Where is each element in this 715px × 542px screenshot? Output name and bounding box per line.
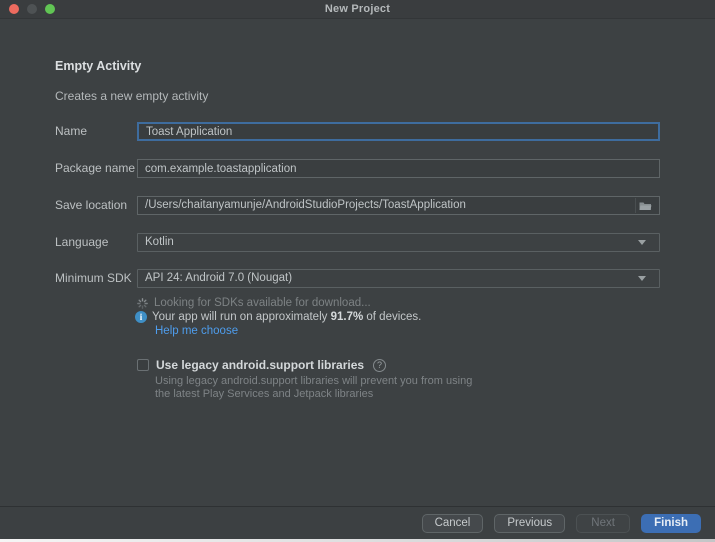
finish-button[interactable]: Finish <box>641 513 701 533</box>
dialog-footer: Cancel Previous Next Finish <box>0 506 715 539</box>
chevron-down-icon <box>638 276 646 281</box>
titlebar: New Project <box>0 0 715 19</box>
legacy-libraries-label: Use legacy android.support libraries <box>156 358 365 372</box>
cancel-button[interactable]: Cancel <box>421 513 484 533</box>
traffic-lights <box>9 4 55 14</box>
sdk-loading-text: Looking for SDKs available for download.… <box>154 297 371 309</box>
page-title: Empty Activity <box>55 59 142 73</box>
window-title: New Project <box>324 3 391 15</box>
next-button: Next <box>576 513 631 533</box>
help-me-choose-link[interactable]: Help me choose <box>155 325 238 337</box>
language-label: Language <box>55 235 109 249</box>
browse-folder-button[interactable] <box>635 198 655 213</box>
device-coverage-row: i Your app will run on approximately 91.… <box>135 311 421 323</box>
min-sdk-dropdown[interactable]: API 24: Android 7.0 (Nougat) <box>137 269 660 288</box>
min-sdk-label: Minimum SDK <box>55 271 132 285</box>
language-selected-value: Kotlin <box>145 236 174 248</box>
page-subtitle: Creates a new empty activity <box>55 89 209 103</box>
info-icon: i <box>135 311 147 323</box>
minimize-window-button <box>27 4 37 14</box>
chevron-down-icon <box>638 240 646 245</box>
package-name-label: Package name <box>55 161 136 175</box>
legacy-libraries-row: Use legacy android.support libraries ? <box>137 358 387 372</box>
save-location-value: /Users/chaitanyamunje/AndroidStudioProje… <box>145 199 466 211</box>
previous-button[interactable]: Previous <box>494 513 566 533</box>
new-project-dialog: New Project Empty Activity Creates a new… <box>0 0 715 539</box>
legacy-libraries-checkbox[interactable] <box>137 359 149 371</box>
sdk-loading-row: Looking for SDKs available for download.… <box>137 297 371 309</box>
folder-icon <box>639 201 652 211</box>
help-icon[interactable]: ? <box>373 358 387 372</box>
language-dropdown[interactable]: Kotlin <box>137 233 660 252</box>
save-location-input[interactable]: /Users/chaitanyamunje/AndroidStudioProje… <box>137 196 660 215</box>
name-input[interactable] <box>137 122 660 141</box>
zoom-window-button[interactable] <box>45 4 55 14</box>
save-location-label: Save location <box>55 198 128 212</box>
device-coverage-percent: 91.7% <box>330 311 364 323</box>
package-name-input[interactable] <box>137 159 660 178</box>
close-window-button[interactable] <box>9 4 19 14</box>
spinner-icon <box>137 297 148 309</box>
legacy-libraries-description: Using legacy android.support libraries w… <box>155 375 473 400</box>
device-coverage-text: Your app will run on approximately 91.7%… <box>152 311 422 323</box>
min-sdk-selected-value: API 24: Android 7.0 (Nougat) <box>145 272 293 284</box>
dialog-content: Empty Activity Creates a new empty activ… <box>0 19 715 506</box>
name-label: Name <box>55 124 88 138</box>
